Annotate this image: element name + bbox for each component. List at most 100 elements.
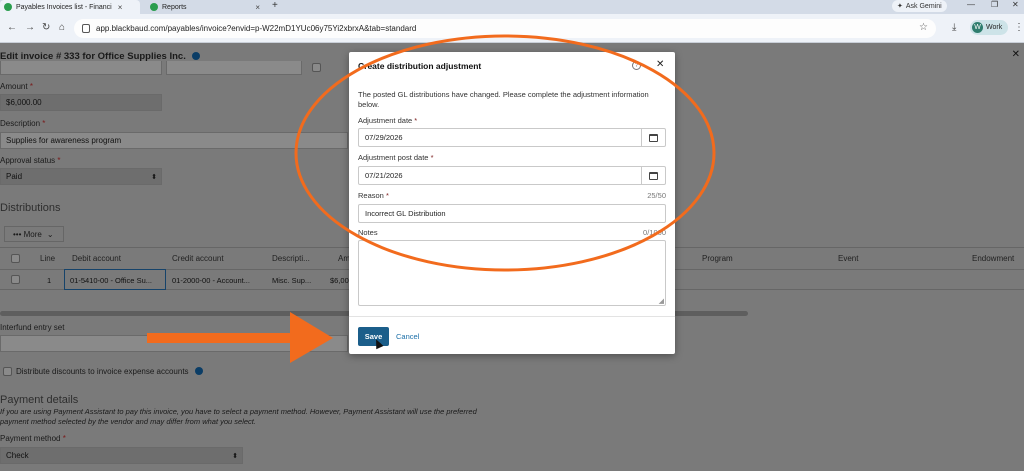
ask-gemini-button[interactable]: ✦ Ask Gemini: [892, 0, 947, 12]
restore-icon[interactable]: ❐: [991, 0, 998, 9]
minimize-icon[interactable]: —: [967, 0, 975, 9]
adjustment-date-label-text: Adjustment date: [358, 116, 413, 125]
payment-note-line-1: If you are using Payment Assistant to pa…: [0, 407, 477, 416]
chevron-down-icon: ⌄: [46, 229, 54, 239]
distribution-adjustment-dialog: Create distribution adjustment ? ✕ The p…: [349, 52, 675, 354]
info-icon[interactable]: [192, 52, 201, 60]
distributions-heading: Distributions: [0, 202, 61, 214]
ask-gemini-label: Ask Gemini: [905, 2, 942, 10]
payment-method-label-text: Payment method: [0, 434, 61, 443]
column-header-endowment[interactable]: Endowment: [972, 254, 1014, 263]
back-icon[interactable]: ←: [7, 22, 17, 33]
adjustment-post-date-label: Adjustment post date *: [358, 153, 433, 162]
close-icon[interactable]: ✕: [656, 59, 664, 70]
menu-icon[interactable]: ⋮: [1014, 22, 1024, 33]
payment-method-value: Check: [6, 451, 29, 460]
calendar-icon[interactable]: [641, 167, 665, 184]
resize-handle-icon[interactable]: ◢: [659, 297, 664, 305]
dialog-title: Create distribution adjustment: [358, 61, 482, 71]
top-field-left[interactable]: [0, 61, 162, 75]
required-mark: *: [414, 116, 418, 125]
description-label-text: Description: [0, 119, 41, 128]
reason-label-text: Reason: [358, 191, 384, 200]
required-mark: *: [430, 153, 434, 162]
payment-note-line-2: payment method selected by the vendor an…: [0, 417, 256, 426]
tab-payables-invoices[interactable]: Payables Invoices list - Financi ×: [0, 0, 140, 14]
row-checkbox[interactable]: [11, 275, 20, 284]
new-tab-icon[interactable]: +: [272, 0, 278, 11]
close-page-icon[interactable]: ✕: [1012, 49, 1020, 60]
download-icon[interactable]: ⤓: [952, 22, 956, 33]
profile-button[interactable]: W Work: [970, 20, 1009, 35]
select-caret-icon: ⬍: [151, 173, 157, 181]
row-line-number: 1: [47, 276, 52, 285]
row-credit-account[interactable]: 01-2000-00 - Account...: [172, 276, 250, 285]
adjustment-date-value: 07/29/2026: [365, 133, 403, 142]
adjustment-date-label: Adjustment date *: [358, 116, 417, 125]
column-header-event[interactable]: Event: [838, 254, 858, 263]
reason-label: Reason *: [358, 191, 389, 200]
footer-divider: [349, 316, 675, 317]
required-mark: *: [62, 434, 66, 443]
blackbaud-favicon-icon: [150, 3, 158, 11]
forward-icon[interactable]: →: [25, 22, 35, 33]
column-header-program[interactable]: Program: [702, 254, 733, 263]
approval-status-select[interactable]: Paid ⬍: [0, 168, 162, 185]
close-tab-icon[interactable]: ×: [255, 3, 260, 12]
amount-label-text: Amount: [0, 82, 28, 91]
adjustment-post-date-value: 07/21/2026: [365, 171, 403, 180]
site-info-icon[interactable]: [82, 24, 90, 33]
browser-tab-bar: Payables Invoices list - Financi × Repor…: [0, 0, 1024, 14]
payment-method-label: Payment method *: [0, 434, 66, 443]
home-icon[interactable]: ⌂: [59, 22, 65, 33]
row-description[interactable]: Misc. Sup...: [272, 276, 311, 285]
profile-label: Work: [986, 24, 1003, 31]
approval-status-label: Approval status *: [0, 156, 61, 165]
help-icon[interactable]: ?: [632, 61, 641, 70]
bookmark-star-icon[interactable]: ☆: [919, 22, 928, 33]
close-tab-icon[interactable]: ×: [118, 3, 123, 12]
notes-textarea[interactable]: ◢: [358, 240, 666, 306]
distribute-label-text: Distribute discounts to invoice expense …: [16, 367, 189, 376]
reason-value: Incorrect GL Distribution: [365, 209, 446, 218]
reload-icon[interactable]: ↻: [42, 22, 50, 33]
blackbaud-favicon-icon: [4, 3, 12, 11]
distribute-discounts-checkbox[interactable]: [3, 367, 12, 376]
amount-value: $6,000.00: [6, 98, 42, 107]
approval-value: Paid: [6, 172, 23, 181]
selected-cell-outline: [64, 269, 166, 290]
more-actions-button[interactable]: ••• More ⌄: [4, 226, 64, 242]
browser-toolbar: ← → ↻ ⌂ app.blackbaud.com/payables/invoi…: [0, 14, 1024, 43]
adjustment-date-input[interactable]: 07/29/2026: [358, 128, 666, 147]
more-label: ••• More: [13, 229, 42, 239]
top-checkbox[interactable]: [312, 63, 321, 72]
distribute-discounts-label: Distribute discounts to invoice expense …: [16, 367, 203, 376]
interfund-select[interactable]: [0, 335, 348, 352]
column-header-credit-account[interactable]: Credit account: [172, 254, 224, 263]
column-header-description[interactable]: Descripti...: [272, 254, 310, 263]
info-icon[interactable]: [194, 367, 203, 375]
payment-method-select[interactable]: Check ⬍: [0, 447, 243, 464]
adjustment-post-date-label-text: Adjustment post date: [358, 153, 429, 162]
adjustment-post-date-input[interactable]: 07/21/2026: [358, 166, 666, 185]
required-mark: *: [29, 82, 33, 91]
tab-label: Reports: [162, 3, 187, 11]
notes-label: Notes: [358, 228, 378, 237]
select-all-checkbox[interactable]: [11, 254, 20, 263]
column-header-debit-account[interactable]: Debit account: [72, 254, 121, 263]
column-header-line[interactable]: Line: [40, 254, 55, 263]
row-amount[interactable]: $6,00: [330, 276, 349, 285]
sparkle-icon: ✦: [897, 3, 903, 10]
reason-char-count: 25/50: [647, 191, 666, 200]
interfund-label: Interfund entry set: [0, 323, 65, 332]
tab-reports[interactable]: Reports ×: [146, 0, 264, 14]
description-field[interactable]: Supplies for awareness program: [0, 132, 348, 149]
close-window-icon[interactable]: ✕: [1012, 0, 1019, 9]
calendar-icon[interactable]: [641, 129, 665, 146]
top-field-right[interactable]: [166, 61, 302, 75]
cancel-button[interactable]: Cancel: [396, 332, 419, 341]
amount-field: $6,000.00: [0, 94, 162, 111]
amount-label: Amount *: [0, 82, 33, 91]
reason-input[interactable]: Incorrect GL Distribution: [358, 204, 666, 223]
address-bar[interactable]: app.blackbaud.com/payables/invoice?envid…: [74, 19, 936, 38]
